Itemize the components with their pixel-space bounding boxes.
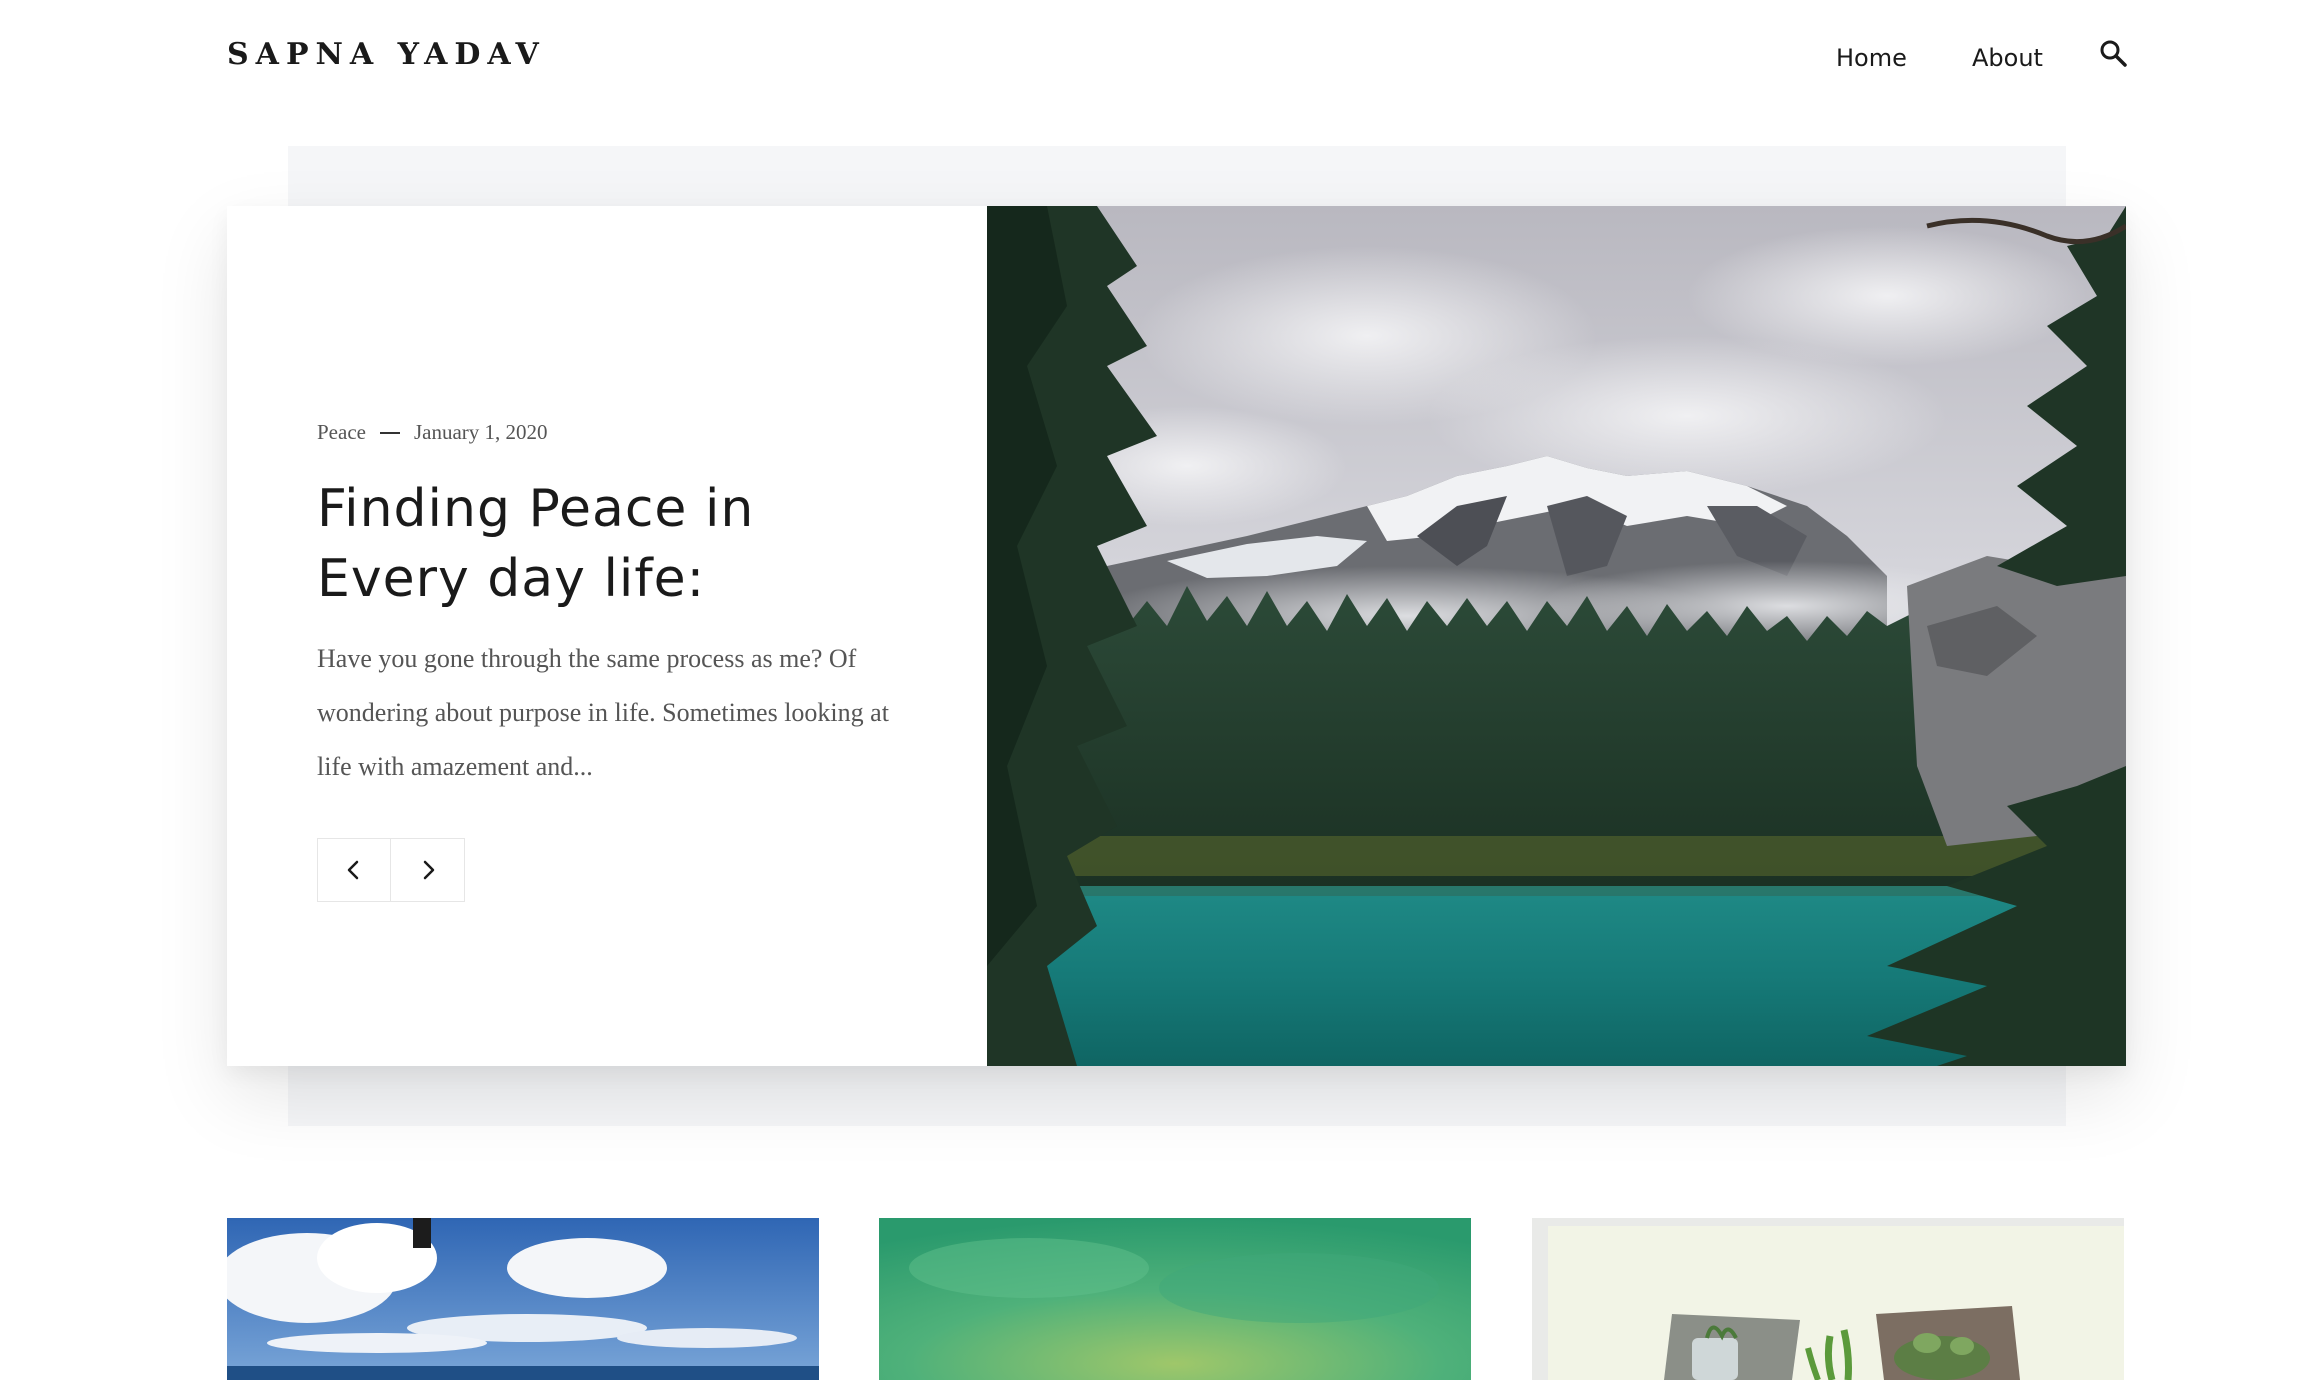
search-icon <box>2100 40 2127 67</box>
featured-post-image[interactable] <box>987 206 2126 1066</box>
post-card-thumbnail[interactable] <box>879 1218 1471 1380</box>
site-title[interactable]: SAPNA YADAV <box>227 35 546 75</box>
chevron-left-icon <box>347 860 359 880</box>
mountain-lake-photo <box>987 206 2126 1066</box>
featured-post-slider: Peace January 1, 2020 Finding Peace in E… <box>227 206 2126 1066</box>
meta-separator <box>379 431 400 434</box>
slider-controls <box>317 838 465 902</box>
site-header: SAPNA YADAV Home About <box>0 0 2316 110</box>
chevron-right-icon <box>423 860 434 880</box>
post-category-link[interactable]: Peace <box>317 420 366 445</box>
slider-prev-button[interactable] <box>317 838 391 902</box>
post-title[interactable]: Finding Peace in Every day life: <box>317 474 877 614</box>
potted-plants-image <box>1532 1218 2124 1380</box>
post-date: January 1, 2020 <box>413 420 548 444</box>
post-card-thumbnail[interactable] <box>227 1218 819 1380</box>
slider-next-button[interactable] <box>391 838 465 902</box>
nav-about-link[interactable]: About <box>1972 40 2043 76</box>
nav-home-link[interactable]: Home <box>1836 40 1907 76</box>
post-title-line-2: Every day life: <box>317 549 706 609</box>
search-button[interactable] <box>2098 38 2130 70</box>
post-card-thumbnail[interactable] <box>1532 1218 2124 1380</box>
featured-post-content: Peace January 1, 2020 Finding Peace in E… <box>227 206 987 1066</box>
post-excerpt: Have you gone through the same process a… <box>317 644 889 781</box>
green-texture-image <box>879 1218 1471 1380</box>
post-meta: Peace January 1, 2020 <box>317 420 548 445</box>
post-title-line-1: Finding Peace in <box>317 479 755 539</box>
sky-clouds-photo <box>227 1218 819 1380</box>
